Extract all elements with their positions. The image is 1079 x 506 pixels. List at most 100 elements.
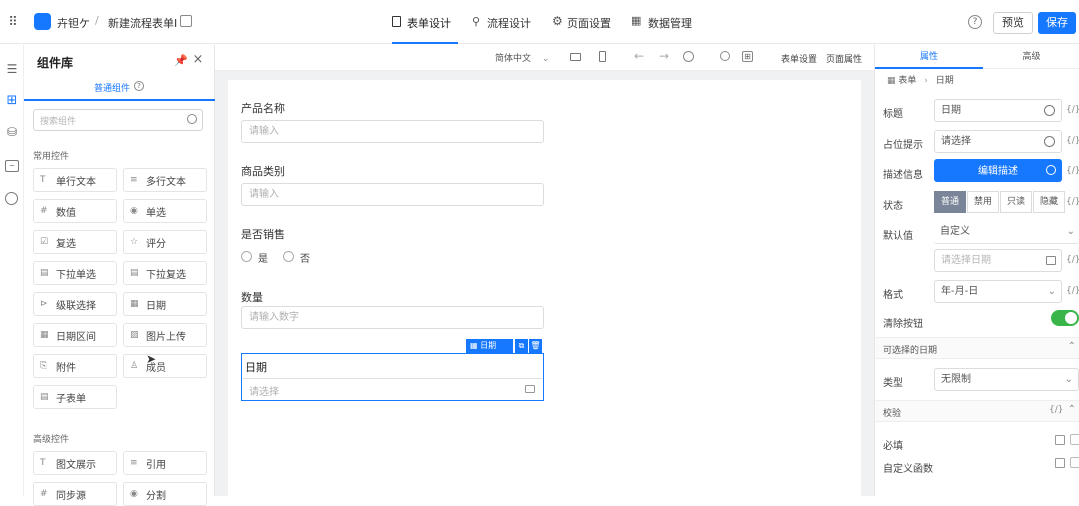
pin-icon[interactable]: 📌 bbox=[174, 54, 188, 66]
globe-icon[interactable] bbox=[5, 192, 18, 205]
edit-icon[interactable] bbox=[1055, 435, 1065, 445]
outline-icon[interactable]: ☰ bbox=[5, 63, 19, 75]
delete-icon[interactable]: 🗑 bbox=[529, 339, 542, 353]
radio-no[interactable]: 否 bbox=[283, 250, 323, 265]
globe-icon[interactable] bbox=[1046, 165, 1056, 175]
tab-form-design[interactable]: 表单设计 bbox=[392, 14, 458, 44]
widget-common-13[interactable]: ♙ 成员 bbox=[123, 354, 207, 378]
history-icon[interactable] bbox=[683, 51, 694, 62]
breadcrumb-form[interactable]: 表单 bbox=[898, 76, 916, 86]
widget-advanced-2[interactable]: # 同步源 bbox=[33, 482, 117, 506]
title-input[interactable]: 日期 bbox=[934, 99, 1062, 122]
widget-common-2[interactable]: # 数值 bbox=[33, 199, 117, 223]
widget-common-14[interactable]: ▤ 子表单 bbox=[33, 385, 117, 409]
widget-advanced-0[interactable]: T 图文展示 bbox=[33, 451, 117, 475]
tab-common-components[interactable]: 普通组件 ? bbox=[24, 77, 215, 101]
tab-common-label: 普通组件 bbox=[94, 84, 131, 94]
widget-icon: # bbox=[40, 489, 48, 499]
category-input[interactable]: 请输入 bbox=[241, 183, 544, 206]
product-name-input[interactable]: 请输入 bbox=[241, 120, 544, 143]
edit-description-button[interactable]: 编辑描述 bbox=[934, 159, 1062, 182]
clear-button-toggle[interactable] bbox=[1051, 310, 1079, 326]
undo-icon[interactable]: ← bbox=[633, 50, 645, 62]
zoom-search-icon[interactable] bbox=[720, 51, 730, 61]
form-canvas: 产品名称 请输入 商品类别 请输入 是否销售 是 否 数量 请输入数字 ▦ 日期… bbox=[228, 80, 861, 500]
widget-advanced-3[interactable]: ◉ 分割 bbox=[123, 482, 207, 506]
close-icon[interactable]: × bbox=[192, 53, 204, 66]
title-value: 日期 bbox=[941, 105, 961, 116]
save-button[interactable]: 保存 bbox=[1038, 12, 1076, 34]
default-value-select[interactable]: 自定义 ⌄ bbox=[934, 221, 1079, 244]
redo-icon[interactable]: → bbox=[658, 50, 670, 62]
widget-common-7[interactable]: ▤ 下拉复选 bbox=[123, 261, 207, 285]
mobile-icon[interactable] bbox=[599, 51, 606, 62]
custom-function-checkbox[interactable] bbox=[1070, 457, 1079, 468]
search-icon bbox=[187, 114, 197, 124]
app-name[interactable]: 卉钽ケ bbox=[57, 15, 90, 31]
radio-yes[interactable]: 是 bbox=[241, 250, 281, 265]
tab-advanced[interactable]: 高级 bbox=[983, 45, 1079, 69]
widget-common-12[interactable]: ⎘ 附件 bbox=[33, 354, 117, 378]
form-settings-link[interactable]: 表单设置 bbox=[781, 52, 817, 65]
placeholder-input[interactable]: 请选择 bbox=[934, 130, 1062, 153]
fx-title[interactable]: {/} bbox=[1066, 105, 1079, 115]
copy-icon[interactable]: ⧉ bbox=[515, 339, 528, 353]
date-range-section[interactable]: 可选择的日期 ⌃ bbox=[875, 337, 1079, 359]
date-picker-input[interactable]: 请选择 bbox=[243, 378, 542, 400]
widget-common-8[interactable]: ⊳ 级联选择 bbox=[33, 292, 117, 316]
required-checkbox[interactable] bbox=[1070, 434, 1079, 445]
globe-icon[interactable] bbox=[1044, 136, 1055, 147]
components-icon[interactable]: ⊞ bbox=[5, 93, 19, 107]
edit-icon[interactable] bbox=[1055, 458, 1065, 468]
state-normal[interactable]: 普通 bbox=[934, 191, 966, 213]
field-type-tag[interactable]: ▦ 日期 bbox=[466, 339, 513, 353]
description-label: 描述信息 bbox=[883, 170, 923, 181]
state-readonly[interactable]: 只读 bbox=[1000, 191, 1032, 213]
fx-state[interactable]: {/} bbox=[1066, 197, 1079, 207]
widget-common-3[interactable]: ◉ 单选 bbox=[123, 199, 207, 223]
widget-label: 多行文本 bbox=[146, 176, 186, 188]
quantity-input[interactable]: 请输入数字 bbox=[241, 306, 544, 329]
validation-section[interactable]: 校验 {/} ⌃ bbox=[875, 400, 1079, 422]
widget-common-6[interactable]: ▤ 下拉单选 bbox=[33, 261, 117, 285]
range-type-select[interactable]: 无限制 ⌄ bbox=[934, 368, 1079, 391]
widget-icon: ◉ bbox=[130, 206, 138, 216]
widget-common-0[interactable]: T 单行文本 bbox=[33, 168, 117, 192]
widget-advanced-1[interactable]: ≡ 引用 bbox=[123, 451, 207, 475]
tab-page-settings[interactable]: ⚙ 页面设置 bbox=[552, 14, 622, 34]
preview-button[interactable]: 预览 bbox=[993, 12, 1033, 34]
fx-placeholder[interactable]: {/} bbox=[1066, 136, 1079, 146]
fx-format[interactable]: {/} bbox=[1066, 286, 1079, 296]
widget-common-1[interactable]: ≡ 多行文本 bbox=[123, 168, 207, 192]
widget-label: 图片上传 bbox=[146, 331, 186, 343]
flow-name[interactable]: 新建流程表单I bbox=[108, 15, 177, 31]
tab-properties[interactable]: 属性 bbox=[875, 45, 983, 69]
widget-common-11[interactable]: ▨ 图片上传 bbox=[123, 323, 207, 347]
page-props-link[interactable]: 页面属性 bbox=[826, 52, 862, 65]
datasource-icon[interactable]: ⛁ bbox=[5, 125, 19, 139]
globe-icon[interactable] bbox=[1044, 105, 1055, 116]
component-search-input[interactable]: 搜索组件 bbox=[33, 109, 203, 131]
selected-date-field[interactable]: 日期 请选择 bbox=[241, 353, 544, 401]
widget-common-5[interactable]: ☆ 评分 bbox=[123, 230, 207, 254]
fx-validation[interactable]: {/} bbox=[1049, 405, 1063, 415]
edit-name-icon[interactable] bbox=[180, 15, 192, 27]
desktop-icon[interactable] bbox=[570, 53, 581, 61]
tab-flow-design[interactable]: ⚲ 流程设计 bbox=[472, 14, 542, 34]
fx-default[interactable]: {/} bbox=[1066, 255, 1079, 265]
language-select[interactable]: 简体中文 ⌄ bbox=[495, 51, 549, 64]
default-date-picker[interactable]: 请选择日期 bbox=[934, 249, 1062, 272]
widget-common-10[interactable]: ▦ 日期区间 bbox=[33, 323, 117, 347]
schema-icon[interactable]: ⊞ bbox=[742, 51, 753, 62]
required-label: 必填 bbox=[883, 441, 903, 452]
state-disabled[interactable]: 禁用 bbox=[967, 191, 999, 213]
help-icon[interactable]: ? bbox=[968, 15, 982, 29]
code-icon[interactable]: ~ bbox=[5, 160, 19, 172]
state-hidden[interactable]: 隐藏 bbox=[1033, 191, 1065, 213]
widget-common-9[interactable]: ▦ 日期 bbox=[123, 292, 207, 316]
tab-data-management[interactable]: ▦ 数据管理 bbox=[631, 14, 701, 34]
apps-grid-icon[interactable]: ⠿ bbox=[6, 15, 20, 29]
widget-common-4[interactable]: ☑ 复选 bbox=[33, 230, 117, 254]
format-select[interactable]: 年-月-日 ⌄ bbox=[934, 280, 1062, 303]
fx-description[interactable]: {/} bbox=[1066, 166, 1079, 176]
